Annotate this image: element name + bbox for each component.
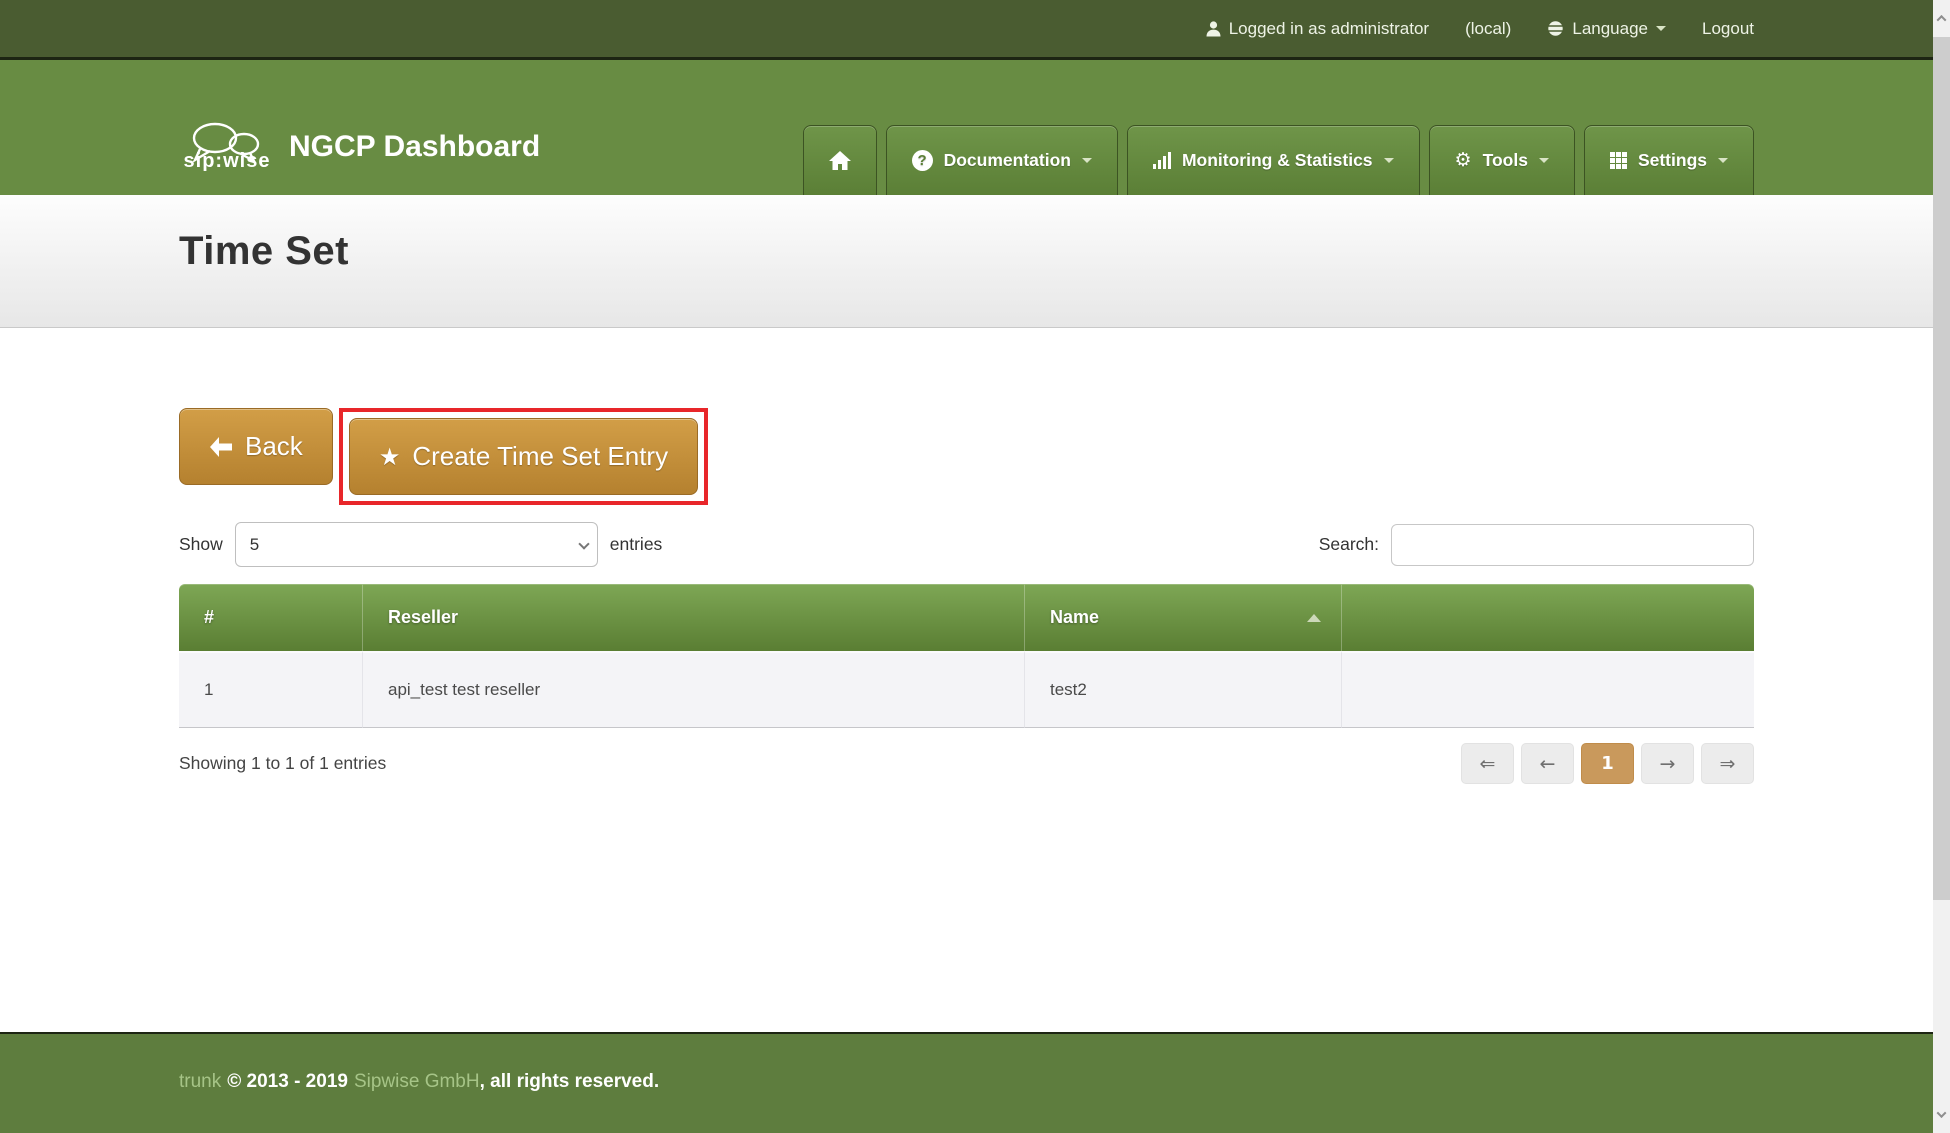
time-set-table: # Reseller Name 1 api_test test reseller… [179, 584, 1754, 728]
host-label: (local) [1465, 19, 1511, 39]
copyright-line: trunk © 2013 - 2019 Sipwise GmbH, all righ… [179, 1034, 1754, 1093]
column-header-id[interactable]: # [179, 584, 363, 651]
nav-tools-button[interactable]: ⚙ Tools [1429, 125, 1575, 195]
nav-documentation-button[interactable]: ? Documentation [886, 125, 1118, 195]
pagination-next-button[interactable]: → [1641, 743, 1694, 784]
copyright-years: © 2013 - 2019 [227, 1071, 348, 1092]
logout-link[interactable]: Logout [1702, 19, 1754, 39]
nav-settings-button[interactable]: Settings [1584, 125, 1754, 195]
scroll-up-button[interactable] [1933, 0, 1950, 37]
entries-summary: Showing 1 to 1 of 1 entries [179, 753, 386, 774]
main-nav: ? Documentation Monitoring & Statistics … [803, 125, 1754, 195]
language-label: Language [1572, 19, 1648, 39]
globe-icon [1547, 20, 1564, 37]
page-size-value: 5 [250, 535, 259, 554]
search-label: Search: [1319, 534, 1379, 555]
cell-name: test2 [1025, 651, 1342, 728]
pagination: ⇐ ← 1 → ⇒ [1461, 743, 1754, 784]
chevron-down-icon [1656, 26, 1666, 31]
vertical-scrollbar[interactable] [1933, 0, 1950, 1133]
gear-icon: ⚙ [1455, 151, 1472, 170]
version-link[interactable]: trunk [179, 1071, 221, 1092]
pagination-first-button[interactable]: ⇐ [1461, 743, 1514, 784]
star-icon: ★ [379, 445, 401, 469]
pagination-prev-button[interactable]: ← [1521, 743, 1574, 784]
chevron-down-icon [578, 538, 589, 549]
column-header-id-label: # [204, 607, 214, 628]
brand[interactable]: sip:wise NGCP Dashboard [179, 120, 540, 173]
arrow-left-icon [209, 436, 233, 458]
actions-row: Back ★ Create Time Set Entry [179, 408, 1754, 505]
search-input[interactable] [1391, 524, 1754, 566]
table-header-row: # Reseller Name [179, 584, 1754, 651]
topbar: Logged in as administrator (local) Langu… [0, 0, 1933, 60]
highlight-red-box: ★ Create Time Set Entry [339, 408, 708, 505]
home-icon [829, 151, 851, 171]
logo-text: sip:wise [184, 150, 271, 173]
cell-id: 1 [179, 651, 363, 728]
nav-documentation-label: Documentation [944, 150, 1071, 171]
nav-tools-label: Tools [1483, 150, 1528, 171]
chevron-down-icon [1539, 158, 1549, 163]
company-link[interactable]: Sipwise GmbH [354, 1071, 480, 1092]
create-time-set-entry-button[interactable]: ★ Create Time Set Entry [349, 418, 698, 495]
grid-icon [1610, 152, 1627, 169]
back-button-label: Back [245, 431, 303, 462]
show-label: Show [179, 534, 223, 555]
sort-ascending-icon [1307, 614, 1321, 622]
scrollbar-thumb[interactable] [1933, 37, 1950, 900]
content: Back ★ Create Time Set Entry Show 5 [0, 328, 1933, 1032]
question-icon: ? [912, 150, 933, 171]
chevron-down-icon [1937, 1108, 1947, 1118]
logged-in-label: Logged in as administrator [1229, 19, 1429, 39]
chevron-down-icon [1718, 158, 1728, 163]
back-button[interactable]: Back [179, 408, 333, 485]
page-size-select[interactable]: 5 [235, 522, 598, 567]
nav-settings-label: Settings [1638, 150, 1707, 171]
column-header-name-label: Name [1050, 607, 1099, 628]
entries-label: entries [610, 534, 663, 555]
rights-text: , all rights reserved. [480, 1071, 660, 1092]
table-controls: Show 5 entries Search: [179, 522, 1754, 567]
column-header-name[interactable]: Name [1025, 584, 1342, 651]
app-title: NGCP Dashboard [289, 130, 540, 164]
nav-monitoring-label: Monitoring & Statistics [1182, 150, 1373, 171]
cell-reseller: api_test test reseller [363, 651, 1025, 728]
title-band: Time Set [0, 195, 1933, 328]
scroll-down-button[interactable] [1933, 1096, 1950, 1133]
ngcp-dashboard-page: Logged in as administrator (local) Langu… [0, 0, 1950, 1133]
table-footer: Showing 1 to 1 of 1 entries ⇐ ← 1 → ⇒ [179, 743, 1754, 784]
language-menu[interactable]: Language [1547, 19, 1666, 39]
pagination-last-button[interactable]: ⇒ [1701, 743, 1754, 784]
header: sip:wise NGCP Dashboard ? Documentation … [0, 60, 1933, 195]
column-header-reseller-label: Reseller [388, 607, 458, 628]
create-button-label: Create Time Set Entry [412, 441, 668, 472]
search-group: Search: [1319, 524, 1754, 566]
column-header-actions[interactable] [1342, 584, 1754, 651]
cell-actions [1342, 651, 1754, 728]
sipwise-logo: sip:wise [179, 120, 275, 173]
pagination-page-1-button[interactable]: 1 [1581, 743, 1634, 784]
column-header-reseller[interactable]: Reseller [363, 584, 1025, 651]
show-entries-group: Show 5 entries [179, 522, 662, 567]
chevron-up-icon [1937, 15, 1947, 25]
nav-monitoring-button[interactable]: Monitoring & Statistics [1127, 125, 1420, 195]
nav-home-button[interactable] [803, 125, 877, 195]
footer: trunk © 2013 - 2019 Sipwise GmbH, all righ… [0, 1032, 1933, 1133]
bar-chart-icon [1153, 152, 1171, 169]
chevron-down-icon [1082, 158, 1092, 163]
page-title: Time Set [179, 195, 1754, 274]
table-row[interactable]: 1 api_test test reseller test2 [179, 651, 1754, 728]
logged-in-status: Logged in as administrator [1206, 19, 1429, 39]
user-icon [1206, 21, 1221, 37]
chevron-down-icon [1384, 158, 1394, 163]
